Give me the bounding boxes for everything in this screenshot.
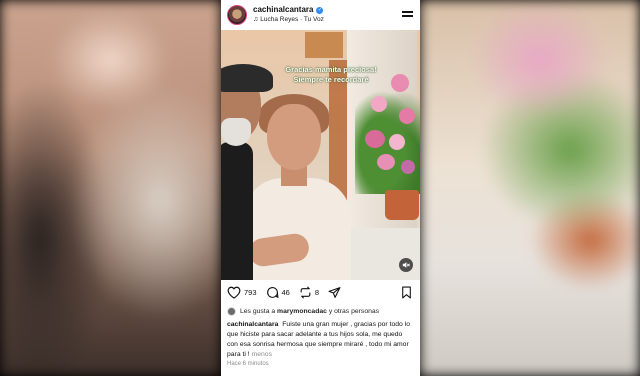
photo-text-overlay: Gracias mamita preciosa! Siempre te reco… — [273, 65, 389, 85]
mute-icon[interactable] — [399, 258, 413, 272]
flower — [365, 130, 385, 148]
flower — [389, 134, 405, 150]
flower — [377, 154, 395, 170]
flower-pot — [385, 190, 419, 220]
instagram-post: cachinalcantara ✓ ♫ Lucha Reyes · Tu Voz — [221, 0, 420, 376]
liker-avatar — [227, 306, 236, 316]
wall-panel — [305, 32, 343, 58]
liker-username[interactable]: marymoncadac — [277, 308, 327, 315]
likes-prefix: Les gusta a — [240, 307, 276, 315]
flower — [399, 108, 415, 124]
share-action[interactable] — [328, 286, 341, 299]
blurred-background-left — [0, 0, 221, 376]
woman-face — [267, 104, 321, 170]
music-note-icon: ♫ — [253, 16, 259, 24]
man-beard — [221, 118, 251, 146]
caption-less-link[interactable]: menos — [252, 351, 272, 358]
comment-action[interactable]: 46 — [266, 286, 290, 299]
profile-avatar[interactable] — [227, 5, 247, 25]
verified-icon: ✓ — [316, 6, 324, 15]
post-caption: cachinalcantara Fuiste una gran mujer , … — [221, 318, 420, 359]
like-action[interactable]: 793 — [227, 286, 257, 299]
repost-icon[interactable] — [299, 286, 312, 299]
flower — [371, 96, 387, 112]
caption-username[interactable]: cachinalcantara — [227, 321, 278, 328]
blurred-background-right — [420, 0, 640, 376]
flower — [391, 74, 409, 92]
post-username[interactable]: cachinalcantara — [253, 5, 313, 15]
post-photo[interactable]: Gracias mamita preciosa! Siempre te reco… — [221, 30, 420, 280]
likes-suffix: y otras personas — [328, 307, 380, 315]
bookmark-icon[interactable] — [401, 286, 412, 304]
heart-icon[interactable] — [227, 286, 241, 299]
man-cap — [221, 64, 273, 92]
overlay-line-1: Gracias mamita preciosa! — [285, 65, 377, 74]
repost-action[interactable]: 8 — [299, 286, 319, 299]
comments-count: 46 — [281, 287, 290, 297]
overlay-line-2: Siempre te recordaré — [293, 75, 369, 85]
comment-icon[interactable] — [266, 286, 279, 299]
man-body — [221, 142, 253, 280]
music-attribution[interactable]: ♫ Lucha Reyes · Tu Voz — [253, 16, 324, 24]
menu-icon[interactable] — [402, 11, 413, 19]
flower — [401, 160, 415, 174]
reposts-count: 8 — [314, 287, 320, 297]
likes-summary[interactable]: Les gusta a marymoncadac y otras persona… — [221, 304, 420, 318]
likes-count: 793 — [244, 287, 257, 297]
music-label: Lucha Reyes · Tu Voz — [260, 16, 324, 24]
post-header: cachinalcantara ✓ ♫ Lucha Reyes · Tu Voz — [221, 0, 420, 30]
share-icon[interactable] — [328, 286, 341, 299]
post-timestamp: Hace 6 minutos — [227, 361, 269, 368]
post-actions: 793 46 8 — [221, 280, 420, 304]
